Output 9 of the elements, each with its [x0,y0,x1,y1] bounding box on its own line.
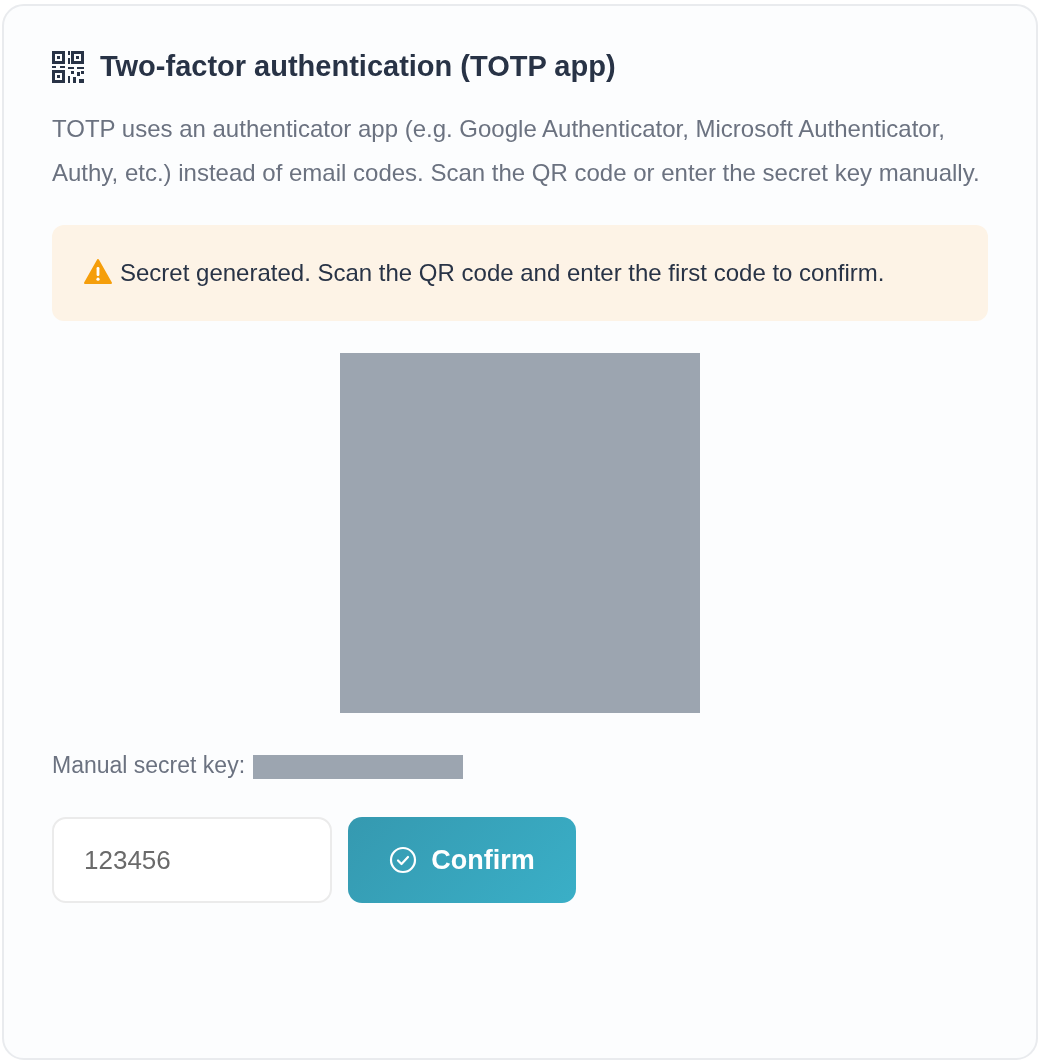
code-input-field[interactable]: 123456 [52,817,332,903]
qr-code-icon [52,50,84,83]
alert-text: Secret generated. Scan the QR code and enter the first code to confirm. [120,259,885,286]
warning-icon [84,259,112,284]
secret-key-label: Manual secret key: [52,751,246,779]
description-text: TOTP uses an authenticator app (e.g. Google Authenticator, Microsoft Authenticator, Authy, etc.) instead of email codes. Scan the QR code or enter the secret key manually. [52,114,981,188]
confirm-button[interactable]: Confirm [348,817,576,903]
section-title: Two-factor authentication (TOTP app) [100,50,616,83]
check-circle-icon [389,846,418,874]
